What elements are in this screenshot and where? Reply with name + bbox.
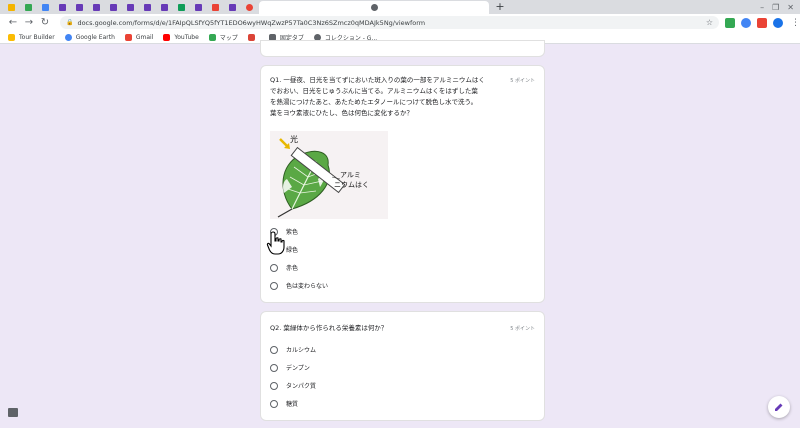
back-arrow-icon[interactable]: ← xyxy=(6,16,20,30)
q1-question-text: Q1. 一昼夜、日光を当てずにおいた斑入りの葉の一部をアルミニウムはく でおおい… xyxy=(270,76,485,117)
feedback-icon[interactable] xyxy=(8,408,18,417)
radio-button[interactable] xyxy=(270,363,278,372)
tour-builder-icon xyxy=(8,33,15,41)
browser-tab-strip: + – ❐ ✕ xyxy=(0,0,800,14)
bookmark-gmail[interactable]: Gmail xyxy=(124,33,153,41)
red-app-icon xyxy=(247,33,255,41)
leaf-illustration: 光 アルミ ニウムはく xyxy=(270,131,388,219)
address-bar[interactable]: 🔒 docs.google.com/forms/d/e/1FAIpQLSfYQ5… xyxy=(59,16,720,29)
browser-toolbar: ← → ↻ 🔒 docs.google.com/forms/d/e/1FAIpQ… xyxy=(0,14,800,31)
tab-docs-1[interactable] xyxy=(38,2,52,13)
q2-points: 5 ポイント xyxy=(510,326,535,332)
foil-label-line1: アルミ xyxy=(340,171,361,179)
q2-option-2[interactable]: デンプン xyxy=(270,363,310,372)
tab-gmail[interactable] xyxy=(208,2,222,13)
bookmark-youtube[interactable]: YouTube xyxy=(163,33,199,41)
tab-forms-5[interactable] xyxy=(123,2,137,13)
gmail-icon xyxy=(124,33,132,41)
browser-menu-icon[interactable]: ⋮ xyxy=(791,18,800,28)
light-label: 光 xyxy=(290,134,298,144)
extension-icon-3[interactable] xyxy=(757,17,768,28)
hand-cursor-icon xyxy=(266,231,285,255)
profile-avatar-icon[interactable] xyxy=(773,17,783,28)
question-card-q1: Q1. 一昼夜、日光を当てずにおいた斑入りの葉の一部をアルミニウムはく でおおい… xyxy=(260,65,545,303)
tab-forms-2[interactable] xyxy=(72,2,86,13)
q2-option-3[interactable]: タンパク質 xyxy=(270,381,316,390)
url-text: docs.google.com/forms/d/e/1FAIpQLSfYQ5fY… xyxy=(77,18,426,27)
bookmark-google-earth[interactable]: Google Earth xyxy=(64,33,115,41)
restore-icon[interactable]: ❐ xyxy=(772,3,779,12)
extension-icon-1[interactable] xyxy=(725,17,736,28)
youtube-icon xyxy=(163,33,171,41)
previous-card-fragment xyxy=(260,40,545,57)
lock-icon: 🔒 xyxy=(65,19,74,26)
tab-drive[interactable] xyxy=(21,2,35,13)
bookmark-star-icon[interactable]: ☆ xyxy=(706,18,713,27)
tab-sheets[interactable] xyxy=(174,2,188,13)
bookmark-red-app[interactable] xyxy=(247,33,259,41)
maps-icon xyxy=(208,33,216,41)
q2-question-text: Q2. 葉緑体から作られる栄養素は何か？ xyxy=(270,324,388,332)
tab-forms-6[interactable] xyxy=(140,2,154,13)
bookmark-maps[interactable]: マップ xyxy=(208,33,238,42)
radio-button[interactable] xyxy=(270,345,278,354)
tab-forms-7[interactable] xyxy=(157,2,171,13)
tab-forms-3[interactable] xyxy=(89,2,103,13)
minimize-icon[interactable]: – xyxy=(760,3,764,12)
question-card-q2: Q2. 葉緑体から作られる栄養素は何か？ 5 ポイント カルシウム デンプン タ… xyxy=(260,311,545,421)
radio-button[interactable] xyxy=(270,281,278,290)
new-tab-plus-icon[interactable]: + xyxy=(494,1,506,13)
reload-icon[interactable]: ↻ xyxy=(38,16,52,30)
radio-button[interactable] xyxy=(270,263,278,272)
tab-forms-8[interactable] xyxy=(191,2,205,13)
tab-active-form[interactable] xyxy=(259,1,489,14)
radio-button[interactable] xyxy=(270,399,278,408)
leaf-experiment-figure: 光 アルミ ニウムはく xyxy=(270,131,388,219)
window-controls: – ❐ ✕ xyxy=(760,0,794,14)
google-earth-icon xyxy=(64,33,72,41)
forward-arrow-icon[interactable]: → xyxy=(22,16,36,30)
q1-option-4[interactable]: 色は変わらない xyxy=(270,281,328,290)
edit-pencil-button[interactable] xyxy=(768,396,790,418)
q2-option-1[interactable]: カルシウム xyxy=(270,345,316,354)
extension-icon-2[interactable] xyxy=(741,17,752,28)
close-icon[interactable]: ✕ xyxy=(787,3,794,12)
tab-forms-4[interactable] xyxy=(106,2,120,13)
pencil-icon xyxy=(775,403,783,411)
tab-forms-9[interactable] xyxy=(225,2,239,13)
q1-points: 5 ポイント xyxy=(510,78,535,84)
foil-label-line2: ニウムはく xyxy=(334,181,369,189)
q2-option-4[interactable]: 糖質 xyxy=(270,399,298,408)
radio-button[interactable] xyxy=(270,381,278,390)
bookmark-tour-builder[interactable]: Tour Builder xyxy=(8,33,55,41)
q1-option-3[interactable]: 赤色 xyxy=(270,263,298,272)
tab-record[interactable] xyxy=(242,2,256,13)
tab-slides[interactable] xyxy=(4,2,18,13)
tab-forms-1[interactable] xyxy=(55,2,69,13)
